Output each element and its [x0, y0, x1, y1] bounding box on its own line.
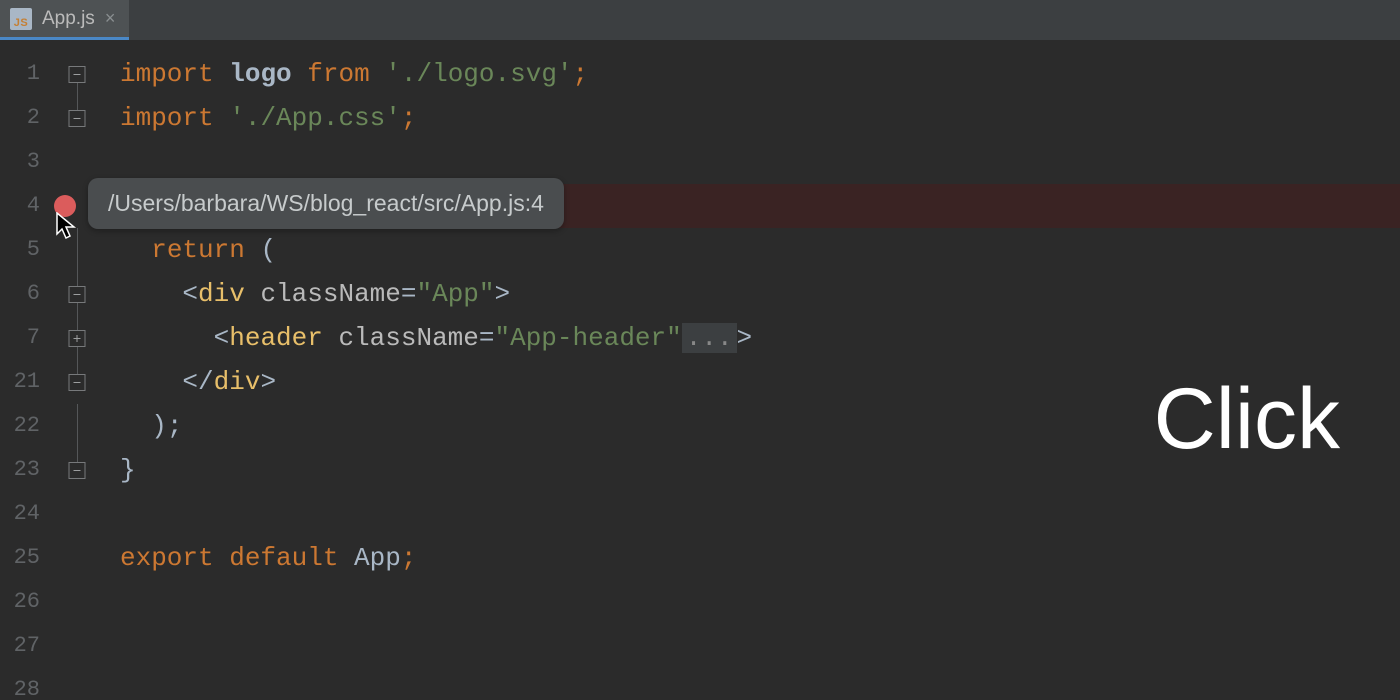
line-number[interactable]: 2: [0, 96, 50, 140]
line-number-gutter[interactable]: 1 2 3 4 5 6 7 21 22 23 24 25 26 27 28: [0, 40, 50, 700]
code-line[interactable]: <div className="App">: [105, 272, 1400, 316]
line-number[interactable]: 7: [0, 316, 50, 360]
code-line[interactable]: [105, 492, 1400, 536]
fold-toggle-icon[interactable]: [69, 110, 86, 127]
line-number[interactable]: 26: [0, 580, 50, 624]
code-line[interactable]: return (: [105, 228, 1400, 272]
line-number[interactable]: 1: [0, 52, 50, 96]
code-line[interactable]: [105, 624, 1400, 668]
code-line[interactable]: import logo from './logo.svg';: [105, 52, 1400, 96]
line-number[interactable]: 22: [0, 404, 50, 448]
code-line[interactable]: [105, 668, 1400, 700]
code-line[interactable]: <header className="App-header"...>: [105, 316, 1400, 360]
line-number[interactable]: 27: [0, 624, 50, 668]
line-number[interactable]: 6: [0, 272, 50, 316]
annotation-click-label: Click: [1154, 370, 1340, 469]
line-number[interactable]: 4: [0, 184, 50, 228]
line-number[interactable]: 25: [0, 536, 50, 580]
breakpoint-tooltip: /Users/barbara/WS/blog_react/src/App.js:…: [88, 178, 564, 229]
line-number[interactable]: 5: [0, 228, 50, 272]
fold-toggle-icon[interactable]: [69, 462, 86, 479]
tab-bar: JS App.js ×: [0, 0, 1400, 40]
close-icon[interactable]: ×: [105, 8, 116, 29]
line-number[interactable]: 23: [0, 448, 50, 492]
js-file-icon: JS: [10, 8, 32, 30]
line-number[interactable]: 28: [0, 668, 50, 700]
code-line[interactable]: export default App;: [105, 536, 1400, 580]
line-number[interactable]: 21: [0, 360, 50, 404]
fold-toggle-icon[interactable]: [69, 374, 86, 391]
code-line[interactable]: import './App.css';: [105, 96, 1400, 140]
fold-gutter[interactable]: [50, 40, 105, 700]
tab-title: App.js: [42, 8, 95, 30]
code-line[interactable]: [105, 580, 1400, 624]
line-number[interactable]: 3: [0, 140, 50, 184]
fold-expand-icon[interactable]: [69, 330, 86, 347]
fold-toggle-icon[interactable]: [69, 286, 86, 303]
folded-code-indicator[interactable]: ...: [682, 323, 737, 353]
line-number[interactable]: 24: [0, 492, 50, 536]
fold-toggle-icon[interactable]: [69, 66, 86, 83]
file-tab[interactable]: JS App.js ×: [0, 0, 129, 40]
mouse-cursor-icon: [56, 212, 80, 242]
